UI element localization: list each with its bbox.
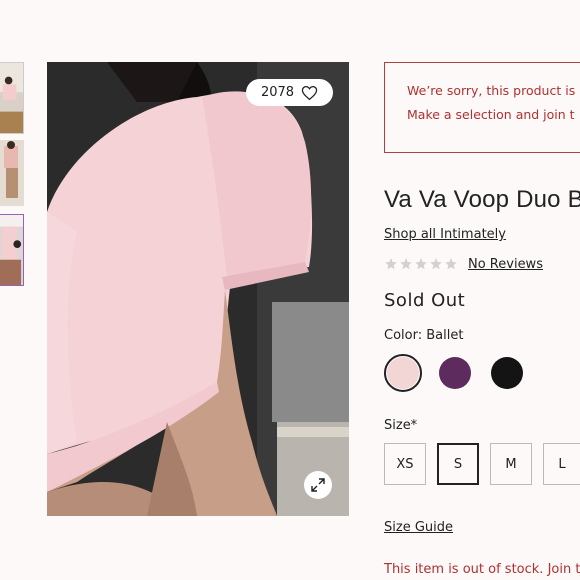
sold-out-alert: We’re sorry, this product is Make a sele… (384, 62, 580, 153)
gallery-thumbnail-2[interactable] (0, 140, 24, 206)
alert-line-2: Make a selection and join t (407, 107, 575, 122)
swatch-color (491, 357, 523, 389)
star-icon (430, 258, 442, 270)
expand-icon (311, 478, 325, 492)
wishlist-like-button[interactable]: 2078 (246, 79, 333, 106)
star-icon (445, 258, 457, 270)
out-of-stock-message: This item is out of stock. Join t (384, 562, 580, 577)
size-label: Size* (384, 418, 418, 433)
size-button-xs[interactable]: XS (384, 443, 426, 485)
gallery-thumbnail-3[interactable] (0, 214, 24, 286)
color-swatch-purple[interactable] (436, 354, 474, 392)
shop-all-link[interactable]: Shop all Intimately (384, 227, 506, 242)
star-icon (385, 258, 397, 270)
star-icon (415, 258, 427, 270)
reviews-link[interactable]: No Reviews (468, 257, 543, 272)
product-main-image[interactable] (47, 62, 349, 516)
gallery-thumbnail-1[interactable] (0, 62, 24, 134)
heart-icon (301, 85, 318, 100)
rating-stars (384, 257, 458, 271)
product-photo (47, 62, 349, 516)
swatch-color (387, 357, 419, 389)
size-guide-link[interactable]: Size Guide (384, 520, 453, 535)
star-icon (400, 258, 412, 270)
alert-line-1: We’re sorry, this product is (407, 83, 576, 98)
size-button-m[interactable]: M (490, 443, 532, 485)
swatch-color (439, 357, 471, 389)
color-swatch-ballet[interactable] (384, 354, 422, 392)
expand-image-button[interactable] (304, 471, 332, 499)
product-title: Va Va Voop Duo Bo (384, 186, 580, 213)
size-button-l[interactable]: L (543, 443, 580, 485)
size-button-s[interactable]: S (437, 443, 479, 485)
color-swatch-black[interactable] (488, 354, 526, 392)
stock-status: Sold Out (384, 290, 466, 311)
like-count: 2078 (260, 85, 295, 100)
color-label: Color: Ballet (384, 328, 464, 343)
